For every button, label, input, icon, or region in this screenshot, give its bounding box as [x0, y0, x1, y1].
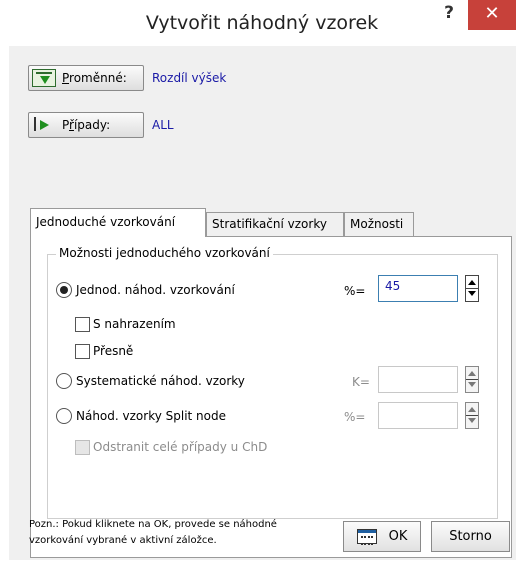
footer-note: Pozn.: Pokud kliknete na OK, provede se … [29, 517, 329, 549]
groupbox-legend: Možnosti jednoduchého vzorkování [56, 246, 273, 260]
ok-button[interactable]: OK [343, 521, 421, 552]
close-button[interactable]: ✕ [468, 0, 516, 30]
cases-icon [32, 116, 56, 134]
systematic-label: Systematické náhod. vzorky [76, 374, 245, 388]
variables-value: Rozdíl výšek [152, 71, 227, 85]
cases-value: ALL [152, 118, 174, 132]
systematic-spinner[interactable] [465, 366, 479, 393]
variables-icon [32, 69, 56, 87]
tab-stratified-samples[interactable]: Stratifikační vzorky [206, 212, 344, 236]
systematic-k-input[interactable] [378, 366, 458, 393]
spin-down-icon[interactable] [467, 416, 477, 427]
tab-panel: Možnosti jednoduchého vzorkování Jednod.… [30, 236, 512, 558]
remove-cases-label: Odstranit celé případy u ChD [93, 440, 268, 454]
cases-button-label: Případy: [62, 118, 111, 132]
spin-down-icon[interactable] [467, 289, 477, 300]
cases-button[interactable]: Případy: [28, 112, 144, 138]
with-replacement-checkbox[interactable] [75, 317, 90, 332]
split-node-label: Náhod. vzorky Split node [76, 409, 227, 423]
cancel-button[interactable]: Storno [431, 521, 510, 552]
simple-random-spinner[interactable] [465, 275, 479, 302]
ok-icon [356, 529, 377, 545]
simple-sampling-groupbox: Možnosti jednoduchého vzorkování Jednod.… [47, 246, 498, 519]
remove-cases-checkbox[interactable] [75, 440, 90, 455]
ok-button-label: OK [388, 529, 408, 544]
with-replacement-label: S nahrazením [93, 317, 176, 331]
simple-random-field-label: %= [344, 284, 366, 298]
tab-simple-sampling[interactable]: Jednoduché vzorkování [30, 208, 206, 237]
exact-label: Přesně [93, 344, 134, 358]
simple-random-radio[interactable] [56, 282, 72, 298]
split-node-radio[interactable] [56, 408, 72, 424]
footer-note-line-1: Pozn.: Pokud kliknete na OK, provede se … [29, 519, 277, 530]
variables-button-label: Proměnné: [62, 71, 127, 85]
simple-random-percent-input[interactable]: 45 [378, 275, 458, 302]
exact-checkbox[interactable] [75, 344, 90, 359]
systematic-field-label: K= [352, 375, 370, 389]
dialog-client-area: Proměnné: Rozdíl výšek Případy: ALL Jedn… [9, 46, 516, 560]
spin-down-icon[interactable] [467, 380, 477, 391]
variables-button[interactable]: Proměnné: [28, 65, 144, 91]
help-button[interactable]: ? [436, 2, 462, 28]
spin-up-icon[interactable] [467, 368, 477, 379]
simple-random-label: Jednod. náhod. vzorkování [76, 283, 235, 297]
systematic-radio[interactable] [56, 373, 72, 389]
tab-options[interactable]: Možnosti [344, 212, 414, 236]
spin-up-icon[interactable] [467, 277, 477, 288]
split-node-field-label: %= [344, 410, 366, 424]
spin-up-icon[interactable] [467, 404, 477, 415]
split-node-spinner[interactable] [465, 402, 479, 429]
split-node-percent-input[interactable] [378, 402, 458, 429]
dialog-window: Vytvořit náhodný vzorek ? ✕ Proměnné: Ro… [0, 0, 524, 567]
title-bar[interactable]: Vytvořit náhodný vzorek ? ✕ [0, 0, 524, 46]
footer-note-line-2: vzorkování vybrané v aktivní záložce. [29, 535, 217, 546]
